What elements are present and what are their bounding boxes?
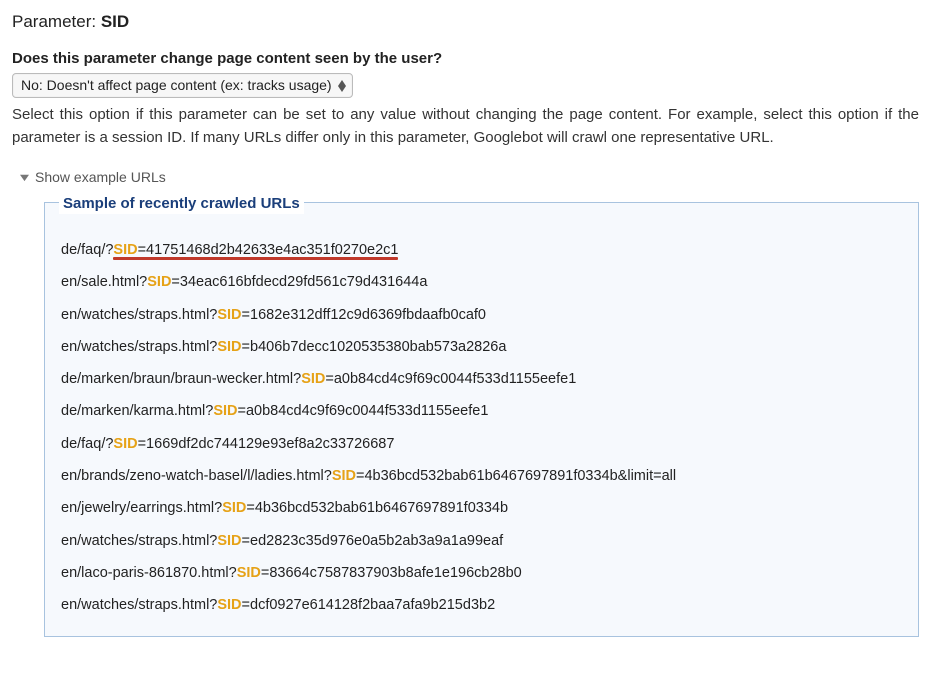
- url-suffix: =34eac616bfdecd29fd561c79d431644a: [171, 274, 427, 290]
- url-row: de/faq/?SID=1669df2dc744129e93ef8a2c3372…: [59, 428, 904, 460]
- parameter-header: Parameter: SID: [12, 10, 919, 34]
- url-row: en/watches/straps.html?SID=dcf0927e61412…: [59, 589, 904, 621]
- url-prefix: en/watches/straps.html?: [61, 307, 217, 323]
- show-example-urls-toggle[interactable]: Show example URLs: [20, 168, 166, 188]
- url-param-token: SID: [113, 242, 137, 258]
- url-row: en/brands/zeno-watch-basel/l/ladies.html…: [59, 460, 904, 492]
- url-row: en/watches/straps.html?SID=ed2823c35d976…: [59, 525, 904, 557]
- url-suffix: =1669df2dc744129e93ef8a2c33726687: [138, 436, 395, 452]
- url-suffix: =41751468d2b42633e4ac351f0270e2c1: [138, 242, 399, 258]
- url-prefix: en/watches/straps.html?: [61, 339, 217, 355]
- url-suffix: =83664c7587837903b8afe1e196cb28b0: [261, 565, 522, 581]
- url-row: de/marken/karma.html?SID=a0b84cd4c9f69c0…: [59, 395, 904, 427]
- url-row: en/laco-paris-861870.html?SID=83664c7587…: [59, 557, 904, 589]
- url-row: en/watches/straps.html?SID=b406b7decc102…: [59, 331, 904, 363]
- url-suffix: =a0b84cd4c9f69c0044f533d1155eefe1: [237, 403, 488, 419]
- caret-down-icon: [20, 168, 29, 188]
- url-param-token: SID: [213, 403, 237, 419]
- url-param-token: SID: [147, 274, 171, 290]
- url-prefix: de/marken/braun/braun-wecker.html?: [61, 371, 301, 387]
- highlight-underline: [113, 257, 398, 260]
- url-prefix: en/laco-paris-861870.html?: [61, 565, 237, 581]
- url-param-token: SID: [222, 500, 246, 516]
- option-description: Select this option if this parameter can…: [12, 104, 919, 149]
- url-suffix: =ed2823c35d976e0a5b2ab3a9a1a99eaf: [242, 533, 504, 549]
- url-param-token: SID: [217, 307, 241, 323]
- url-suffix: =4b36bcd532bab61b6467697891f0334b&limit=…: [356, 468, 676, 484]
- expander-label: Show example URLs: [35, 168, 166, 188]
- url-prefix: de/faq/?: [61, 436, 113, 452]
- url-param-token: SID: [237, 565, 261, 581]
- url-prefix: en/watches/straps.html?: [61, 533, 217, 549]
- url-param-token: SID: [217, 339, 241, 355]
- url-suffix: =a0b84cd4c9f69c0044f533d1155eefe1: [325, 371, 576, 387]
- url-param-token: SID: [332, 468, 356, 484]
- url-param-token: SID: [301, 371, 325, 387]
- url-row: en/jewelry/earrings.html?SID=4b36bcd532b…: [59, 492, 904, 524]
- select-selected-value: No: Doesn't affect page content (ex: tra…: [21, 76, 332, 96]
- url-suffix: =1682e312dff12c9d6369fbdaafb0caf0: [242, 307, 486, 323]
- url-row: de/faq/?SID=41751468d2b42633e4ac351f0270…: [59, 234, 904, 266]
- url-list: de/faq/?SID=41751468d2b42633e4ac351f0270…: [59, 234, 904, 622]
- question-label: Does this parameter change page content …: [12, 48, 919, 69]
- url-suffix: =b406b7decc1020535380bab573a2826a: [242, 339, 507, 355]
- url-suffix: =4b36bcd532bab61b6467697891f0334b: [246, 500, 508, 516]
- sample-urls-box: Sample of recently crawled URLs de/faq/?…: [44, 202, 919, 637]
- url-prefix: de/marken/karma.html?: [61, 403, 213, 419]
- select-arrows-icon: [338, 80, 346, 92]
- url-row: en/watches/straps.html?SID=1682e312dff12…: [59, 299, 904, 331]
- url-suffix: =dcf0927e614128f2baa7afa9b215d3b2: [242, 597, 496, 613]
- url-prefix: en/watches/straps.html?: [61, 597, 217, 613]
- parameter-label: Parameter:: [12, 12, 96, 31]
- url-row: de/marken/braun/braun-wecker.html?SID=a0…: [59, 363, 904, 395]
- url-param-token: SID: [217, 597, 241, 613]
- url-prefix: de/faq/?: [61, 242, 113, 258]
- parameter-value: SID: [101, 12, 129, 31]
- url-param-token: SID: [113, 436, 137, 452]
- url-param-token: SID: [217, 533, 241, 549]
- url-prefix: en/jewelry/earrings.html?: [61, 500, 222, 516]
- url-prefix: en/sale.html?: [61, 274, 147, 290]
- url-row: en/sale.html?SID=34eac616bfdecd29fd561c7…: [59, 266, 904, 298]
- page-content-effect-select[interactable]: No: Doesn't affect page content (ex: tra…: [12, 73, 353, 99]
- url-prefix: en/brands/zeno-watch-basel/l/ladies.html…: [61, 468, 332, 484]
- sample-box-legend: Sample of recently crawled URLs: [59, 193, 304, 214]
